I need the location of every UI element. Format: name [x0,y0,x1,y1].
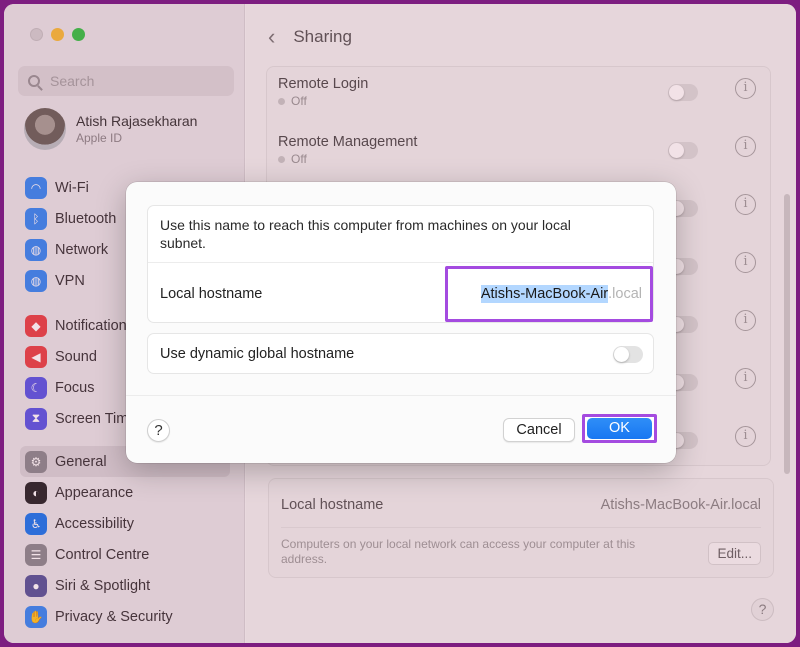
hostname-value: Atishs-MacBook-Air.local [600,497,761,513]
search-icon [28,75,40,87]
hand-icon: ✋ [25,605,47,628]
service-status-text: Off [291,152,307,166]
hostname-note: Computers on your local network can acce… [281,537,636,566]
globe-icon: ◍ [25,238,47,261]
info-icon[interactable]: i [735,136,756,157]
info-icon[interactable]: i [735,78,756,99]
dialog-description: Use this name to reach this computer fro… [160,217,571,251]
profile-subtitle: Apple ID [76,131,123,145]
dynamic-hostname-toggle[interactable] [613,346,643,363]
vpn-globe-icon: ◍ [25,269,47,292]
hostname-label: Local hostname [281,497,384,513]
toggles-icon: ☰ [25,543,47,566]
divider [148,262,653,263]
dialog-help-button[interactable]: ? [147,419,170,442]
divider [126,395,676,396]
info-icon[interactable]: i [735,252,756,273]
page-header: ‹ Sharing [268,24,352,50]
hostname-panel: Local hostname Atishs-MacBook-Air.local … [268,478,774,578]
page-title: Sharing [293,27,352,46]
minimize-window-button[interactable] [51,28,64,41]
local-hostname-input[interactable]: Atishs-MacBook-Air .local [445,266,653,322]
scrollbar[interactable] [784,194,790,474]
window-controls [30,28,85,41]
appearance-icon: ◐ [25,481,47,504]
cancel-button[interactable]: Cancel [503,418,575,442]
sidebar-item-label: Network [55,241,109,258]
info-icon[interactable]: i [735,368,756,389]
remote-management-toggle[interactable] [668,142,698,159]
maximize-window-button[interactable] [72,28,85,41]
info-icon[interactable]: i [735,310,756,331]
hostname-group: Use this name to reach this computer fro… [147,205,654,323]
hostname-suffix: .local [608,286,642,302]
sidebar-item-label: Notifications [55,317,134,334]
help-button[interactable]: ? [751,598,774,621]
search-placeholder: Search [50,73,95,89]
search-input[interactable]: Search [18,66,234,96]
apple-id-profile[interactable]: Atish Rajasekharan Apple ID [24,108,197,150]
sidebar-item-siri-spotlight[interactable]: ● Siri & Spotlight [20,570,230,601]
info-icon[interactable]: i [735,426,756,447]
wifi-icon: ◠ [25,176,47,199]
sidebar-item-accessibility[interactable]: ♿ Accessibility [20,508,230,539]
divider [281,527,761,528]
speaker-icon: ◀ [25,345,47,368]
hostname-dialog: Use this name to reach this computer fro… [126,182,676,463]
remote-login-toggle[interactable] [668,84,698,101]
bell-icon: ◆ [25,314,47,337]
status-dot-icon [278,155,285,163]
bluetooth-icon: ᛒ [25,207,47,230]
hostname-selected-text: Atishs-MacBook-Air [480,285,609,303]
back-chevron-icon[interactable]: ‹ [268,24,275,50]
sidebar-item-label: Appearance [55,484,134,501]
ok-button-highlight: OK [582,414,657,443]
moon-icon: ☾ [25,376,47,399]
sidebar-item-appearance[interactable]: ◐ Appearance [20,477,230,508]
sidebar-item-label: General [55,453,107,470]
local-hostname-label: Local hostname [160,286,263,302]
gear-icon: ⚙ [25,450,47,473]
sidebar-item-label: Sound [55,348,97,365]
sidebar-item-privacy-security[interactable]: ✋ Privacy & Security [20,601,230,632]
service-status-text: Off [291,94,307,108]
siri-icon: ● [25,574,47,597]
sidebar-item-label: Screen Time [55,410,137,427]
sidebar-item-label: Siri & Spotlight [55,577,151,594]
sidebar-item-label: Focus [55,379,95,396]
profile-name: Atish Rajasekharan [76,113,198,129]
sidebar-item-label: Privacy & Security [55,608,173,625]
sidebar-item-label: Bluetooth [55,210,117,227]
sidebar-item-label: Control Centre [55,546,150,563]
sidebar-item-label: Wi-Fi [55,179,89,196]
close-window-button[interactable] [30,28,43,41]
edit-hostname-button[interactable]: Edit... [708,542,761,565]
dynamic-hostname-label: Use dynamic global hostname [160,346,355,362]
sidebar-item-label: Accessibility [55,515,134,532]
sidebar-group-system: ⚙ General ◐ Appearance ♿ Accessibility ☰… [20,446,230,632]
accessibility-icon: ♿ [25,512,47,535]
sidebar-item-control-centre[interactable]: ☰ Control Centre [20,539,230,570]
info-icon[interactable]: i [735,194,756,215]
dynamic-hostname-row: Use dynamic global hostname [147,333,654,374]
service-row-remote-login: Remote Login Off i [278,76,768,134]
status-dot-icon [278,97,285,105]
ok-button[interactable]: OK [587,418,652,439]
hourglass-icon: ⧗ [25,407,47,430]
avatar [24,108,66,150]
sidebar-item-label: VPN [55,272,85,289]
